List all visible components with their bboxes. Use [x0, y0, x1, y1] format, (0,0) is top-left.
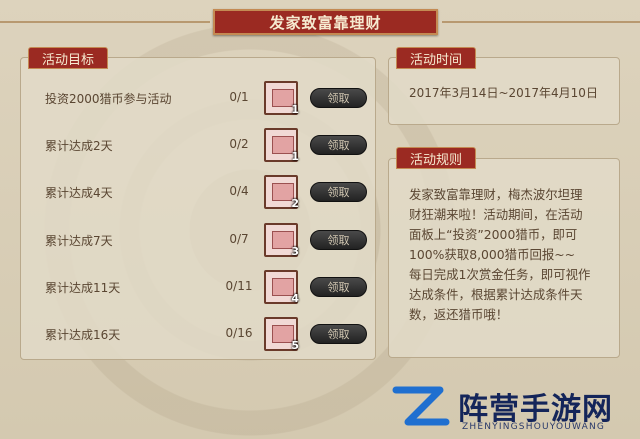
zhenying-logo-icon: [392, 386, 450, 426]
target-row: 累计达成2天 0/2 1 领取: [21, 125, 377, 165]
reward-icon[interactable]: 1: [264, 128, 299, 163]
target-name: 投资2000猎币参与活动: [45, 92, 172, 106]
claim-button[interactable]: 领取: [310, 277, 367, 297]
target-row: 累计达成7天 0/7 3 领取: [21, 220, 377, 260]
reward-icon[interactable]: 3: [264, 223, 299, 258]
reward-count: 2: [291, 197, 299, 210]
watermark: 阵营手游网 ZHENYINGSHOUYOUWANG: [392, 372, 640, 439]
target-row: 投资2000猎币参与活动 0/1 1 领取: [21, 78, 377, 118]
target-name: 累计达成16天: [45, 328, 121, 342]
claim-button[interactable]: 领取: [310, 182, 367, 202]
reward-count: 4: [291, 292, 299, 305]
rule-line: 达成条件，根据累计达成条件天: [409, 287, 583, 302]
title-line-left: [0, 21, 210, 23]
claim-button[interactable]: 领取: [310, 230, 367, 250]
target-progress: 0/16: [225, 326, 253, 340]
target-name: 累计达成2天: [45, 139, 113, 153]
target-progress: 0/11: [225, 279, 253, 293]
page-title: 发家致富靠理财: [213, 9, 438, 35]
rules-text: 发家致富靠理财，梅杰波尔坦理 财狂潮来啦！活动期间，在活动 面板上“投资”200…: [409, 185, 590, 325]
target-progress: 0/2: [229, 137, 249, 151]
reward-icon[interactable]: 2: [264, 175, 299, 210]
rule-line: 数，返还猎币哦！: [409, 307, 509, 322]
target-row: 累计达成16天 0/16 5 领取: [21, 314, 377, 354]
rules-tab: 活动规则: [396, 147, 476, 169]
rules-panel: 发家致富靠理财，梅杰波尔坦理 财狂潮来啦！活动期间，在活动 面板上“投资”200…: [388, 158, 620, 358]
time-tab: 活动时间: [396, 47, 476, 69]
claim-button[interactable]: 领取: [310, 88, 367, 108]
reward-count: 1: [291, 103, 299, 116]
reward-count: 1: [291, 150, 299, 163]
rule-line: 财狂潮来啦！活动期间，在活动: [409, 207, 583, 222]
target-row: 累计达成4天 0/4 2 领取: [21, 172, 377, 212]
targets-tab: 活动目标: [28, 47, 108, 69]
rule-line: 每日完成1次赏金任务，即可视作: [409, 267, 591, 282]
target-name: 累计达成7天: [45, 234, 113, 248]
reward-icon[interactable]: 1: [264, 81, 299, 116]
targets-panel: 投资2000猎币参与活动 0/1 1 领取 累计达成2天 0/2 1 领取 累计…: [20, 57, 376, 360]
watermark-sub: ZHENYINGSHOUYOUWANG: [462, 422, 606, 432]
activity-time: 2017年3月14日~2017年4月10日: [409, 86, 598, 100]
rule-line: 100%获取8,000猎币回报~~: [409, 247, 576, 262]
target-name: 累计达成4天: [45, 186, 113, 200]
target-name: 累计达成11天: [45, 281, 121, 295]
rule-line: 面板上“投资”2000猎币，即可: [409, 227, 578, 242]
reward-icon[interactable]: 4: [264, 270, 299, 305]
title-line-right: [442, 21, 640, 23]
reward-count: 5: [291, 339, 299, 352]
target-row: 累计达成11天 0/11 4 领取: [21, 267, 377, 307]
claim-button[interactable]: 领取: [310, 135, 367, 155]
target-progress: 0/4: [229, 184, 249, 198]
reward-count: 3: [291, 245, 299, 258]
target-progress: 0/1: [229, 90, 249, 104]
rule-line: 发家致富靠理财，梅杰波尔坦理: [409, 187, 583, 202]
claim-button[interactable]: 领取: [310, 324, 367, 344]
reward-icon[interactable]: 5: [264, 317, 299, 352]
target-progress: 0/7: [229, 232, 249, 246]
